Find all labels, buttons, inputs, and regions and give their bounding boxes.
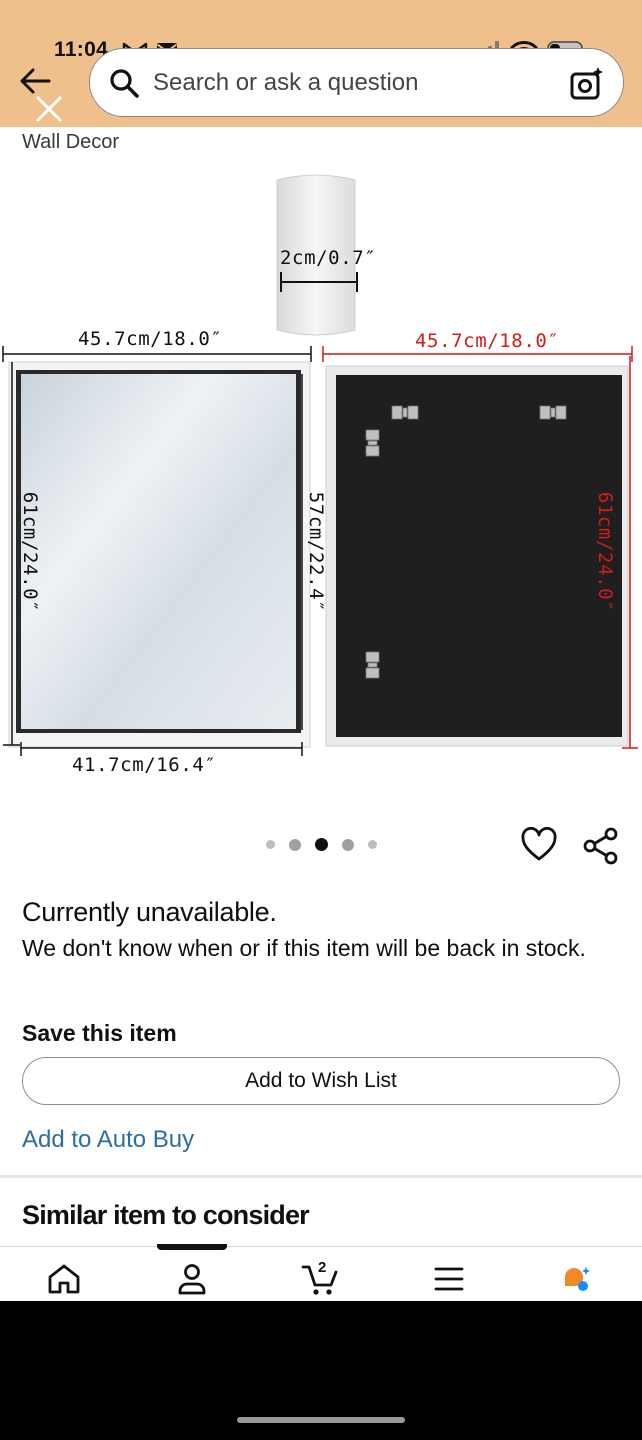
tab-account[interactable]	[172, 1261, 212, 1297]
rufus-icon	[565, 1267, 590, 1291]
availability-description: We don't know when or if this item will …	[22, 935, 586, 961]
product-image[interactable]: 2cm/0.7″ 45.7cm/18.0″ 45.7cm/18.0″ 61cm/…	[0, 170, 642, 780]
active-tab-indicator	[157, 1244, 227, 1250]
carousel-dot[interactable]	[289, 838, 301, 851]
breadcrumb[interactable]: Wall Decor	[22, 131, 119, 154]
tab-rufus[interactable]	[557, 1261, 597, 1297]
close-icon	[36, 96, 62, 122]
glass-width-label: 41.7cm/16.4″	[72, 754, 217, 776]
tab-home[interactable]	[44, 1261, 84, 1297]
tab-menu[interactable]	[429, 1261, 469, 1297]
back-arrow-icon	[20, 68, 51, 94]
save-item-title: Save this item	[22, 1020, 177, 1046]
image-carousel-dots[interactable]	[266, 838, 377, 851]
back-width-label: 45.7cm/18.0″	[415, 330, 560, 352]
account-icon	[178, 1264, 206, 1295]
front-height-label: 61cm/24.0″	[19, 491, 42, 613]
similar-items-title: Similar item to consider	[22, 1200, 310, 1230]
search-input[interactable]	[153, 63, 533, 103]
heart-icon[interactable]	[521, 827, 557, 863]
carousel-dot[interactable]	[266, 840, 275, 849]
back-height-label: 61cm/24.0″	[594, 491, 617, 613]
depth-label: 2cm/0.7″	[280, 247, 377, 269]
add-to-auto-buy-link[interactable]: Add to Auto Buy	[22, 1126, 194, 1154]
share-icon[interactable]	[582, 827, 620, 865]
camera-search-icon[interactable]	[569, 66, 605, 102]
availability-title: Currently unavailable.	[22, 897, 277, 927]
carousel-dot-active[interactable]	[315, 838, 328, 851]
close-button[interactable]	[30, 93, 68, 125]
cart-count-badge: 2	[318, 1259, 327, 1276]
carousel-dot[interactable]	[342, 838, 354, 851]
carousel-dot[interactable]	[368, 840, 377, 849]
search-bar[interactable]	[89, 48, 624, 117]
section-divider	[0, 1175, 642, 1178]
search-icon	[110, 69, 139, 98]
home-indicator[interactable]	[237, 1417, 405, 1423]
glass-height-label: 57cm/22.4″	[305, 491, 328, 613]
front-width-label: 45.7cm/18.0″	[78, 328, 223, 350]
home-icon	[48, 1264, 80, 1294]
menu-icon	[434, 1267, 464, 1291]
add-to-wish-list-button[interactable]: Add to Wish List	[22, 1057, 620, 1105]
